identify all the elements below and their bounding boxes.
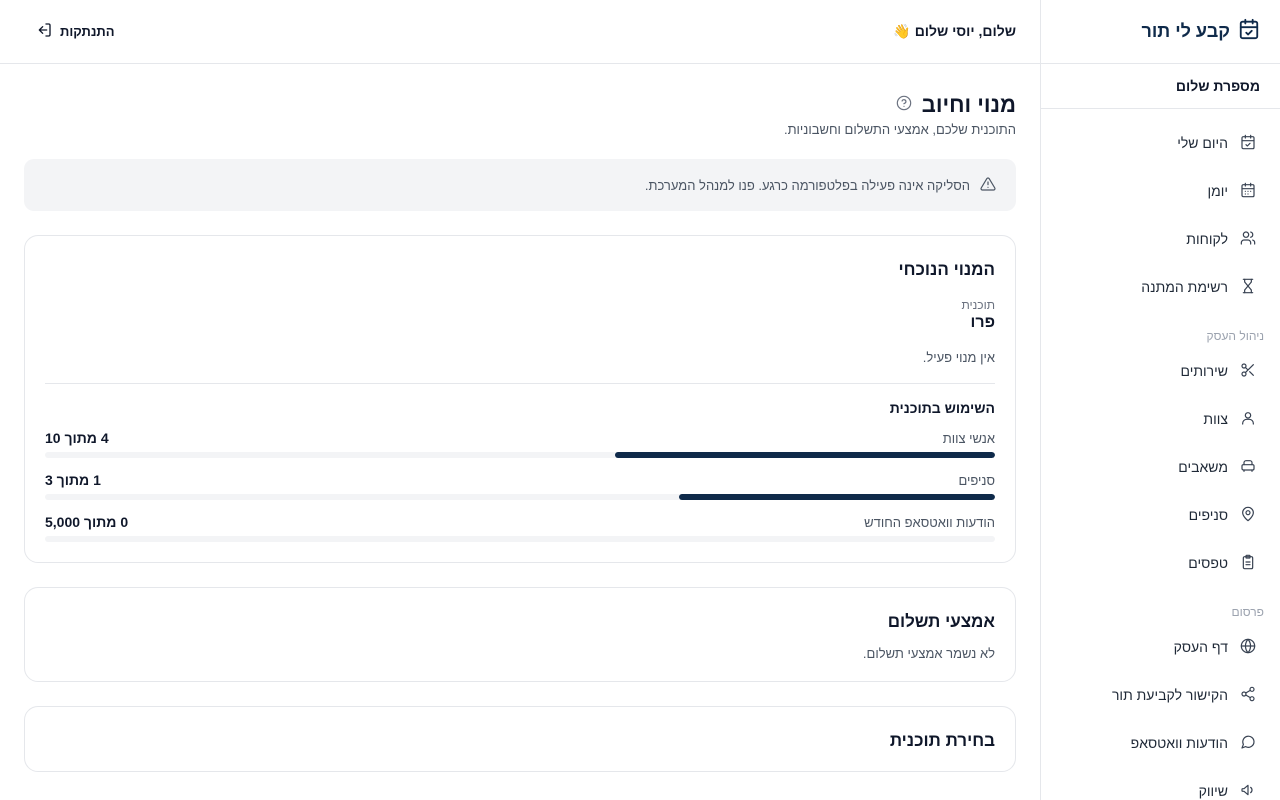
subscription-status: אין מנוי פעיל. — [922, 350, 995, 365]
nav-item-label: הודעות וואטסאפ — [1130, 735, 1228, 751]
nav-item-resources[interactable]: משאבים — [1041, 443, 1280, 491]
nav-item-my-day[interactable]: היום שלי — [1041, 119, 1280, 167]
log-out-icon — [36, 22, 52, 41]
nav-item-calendar[interactable]: יומן — [1041, 167, 1280, 215]
usage-bar — [45, 452, 995, 458]
current-plan-card: המנוי הנוכחי תוכנית פרו אין מנוי פעיל. ה… — [24, 235, 1016, 563]
calendar-icon — [1240, 182, 1256, 201]
nav-item-waitlist[interactable]: רשימת המתנה — [1041, 263, 1280, 311]
usage-bar — [45, 494, 995, 500]
logout-button[interactable]: התנתקות — [24, 18, 127, 45]
nav-item-label: דף העסק — [1173, 639, 1228, 655]
usage-bar-fill — [615, 452, 995, 458]
usage-label: אנשי צוות — [942, 430, 995, 446]
usage-label: הודעות וואטסאפ החודש — [864, 514, 995, 530]
nav-item-label: יומן — [1207, 183, 1228, 199]
nav-item-booking-link[interactable]: הקישור לקביעת תור — [1041, 671, 1280, 719]
payment-method-card: אמצעי תשלום לא נשמר אמצעי תשלום. — [24, 587, 1016, 682]
nav-item-label: שירותים — [1180, 363, 1229, 379]
nav-item-label: צוות — [1203, 411, 1228, 427]
card-title: אמצעי תשלום — [887, 612, 995, 631]
sidebar-nav: היום שלי יומן לקוחות רשימת המתנה ניהול ה… — [1041, 109, 1280, 800]
payment-alert: הסליקה אינה פעילה בפלטפורמה כרגע. פנו למ… — [24, 159, 1016, 211]
nav-item-services[interactable]: שירותים — [1041, 347, 1280, 395]
user-icon — [1240, 410, 1256, 429]
main-content: מנוי וחיוב התוכנית שלכם, אמצעי התשלום וח… — [0, 64, 1040, 800]
usage-bar-fill — [678, 494, 995, 500]
topbar: שלום, יוסי שלום 👋 התנתקות — [0, 0, 1040, 64]
usage-row-whatsapp: הודעות וואטסאפ החודש 0 מתוך 5,000 — [45, 514, 995, 542]
nav-item-label: רשימת המתנה — [1141, 279, 1228, 295]
nav-item-label: לקוחות — [1186, 231, 1228, 247]
card-title: בחירת תוכנית — [889, 731, 995, 750]
scissors-icon — [1240, 362, 1256, 381]
alert-triangle-icon — [980, 176, 996, 195]
calendar-check-icon — [1240, 134, 1256, 153]
share-icon — [1240, 686, 1256, 705]
usage-row-branches: סניפים 1 מתוך 3 — [45, 472, 995, 500]
page-header: מנוי וחיוב — [24, 92, 1016, 118]
usage-row-staff: אנשי צוות 4 מתוך 10 — [45, 430, 995, 458]
alert-text: הסליקה אינה פעילה בפלטפורמה כרגע. פנו למ… — [644, 177, 970, 193]
map-pin-icon — [1240, 506, 1256, 525]
page-title: מנוי וחיוב — [921, 92, 1016, 117]
hourglass-icon — [1240, 278, 1256, 297]
clipboard-icon — [1240, 554, 1256, 573]
nav-item-label: הקישור לקביעת תור — [1111, 687, 1228, 703]
globe-icon — [1240, 638, 1256, 657]
nav-item-staff[interactable]: צוות — [1041, 395, 1280, 443]
business-name[interactable]: מספרת שלום — [1041, 64, 1280, 109]
users-icon — [1240, 230, 1256, 249]
nav-item-label: משאבים — [1178, 459, 1228, 475]
divider — [45, 383, 995, 384]
brand-name: קבע לי תור — [1141, 21, 1230, 41]
megaphone-icon — [1240, 782, 1256, 800]
greeting: שלום, יוסי שלום 👋 — [893, 23, 1016, 39]
usage-title: השימוש בתוכנית — [889, 400, 995, 416]
logout-label: התנתקות — [60, 24, 115, 39]
usage-value: 4 מתוך 10 — [45, 430, 109, 446]
card-title: המנוי הנוכחי — [898, 260, 995, 279]
nav-item-whatsapp[interactable]: הודעות וואטסאפ — [1041, 719, 1280, 767]
sidebar: קבע לי תור מספרת שלום היום שלי יומן לקוח… — [1040, 0, 1280, 800]
plan-label: תוכנית — [961, 298, 995, 312]
usage-value: 0 מתוך 5,000 — [45, 514, 129, 530]
nav-item-branches[interactable]: סניפים — [1041, 491, 1280, 539]
help-circle-icon[interactable] — [896, 95, 912, 116]
usage-value: 1 מתוך 3 — [45, 472, 101, 488]
nav-item-business-page[interactable]: דף העסק — [1041, 623, 1280, 671]
nav-item-forms[interactable]: טפסים — [1041, 539, 1280, 587]
nav-section-business: ניהול העסק — [1206, 329, 1265, 343]
nav-item-marketing[interactable]: שיווק — [1041, 767, 1280, 800]
armchair-icon — [1240, 458, 1256, 477]
brand[interactable]: קבע לי תור — [1041, 0, 1280, 64]
page-subtitle: התוכנית שלכם, אמצעי התשלום וחשבוניות. — [783, 122, 1016, 137]
nav-item-customers[interactable]: לקוחות — [1041, 215, 1280, 263]
nav-item-label: היום שלי — [1177, 135, 1228, 151]
payment-empty: לא נשמר אמצעי תשלום. — [862, 646, 995, 661]
calendar-check-icon — [1238, 18, 1260, 45]
nav-item-label: שיווק — [1198, 783, 1228, 799]
nav-item-label: טפסים — [1188, 555, 1228, 571]
plan-name: פרו — [970, 314, 995, 331]
usage-bar — [45, 536, 995, 542]
usage-label: סניפים — [958, 472, 995, 488]
nav-item-label: סניפים — [1188, 507, 1228, 523]
message-circle-icon — [1240, 734, 1256, 753]
nav-section-publish: פרסום — [1231, 605, 1265, 619]
choose-plan-card: בחירת תוכנית — [24, 706, 1016, 772]
